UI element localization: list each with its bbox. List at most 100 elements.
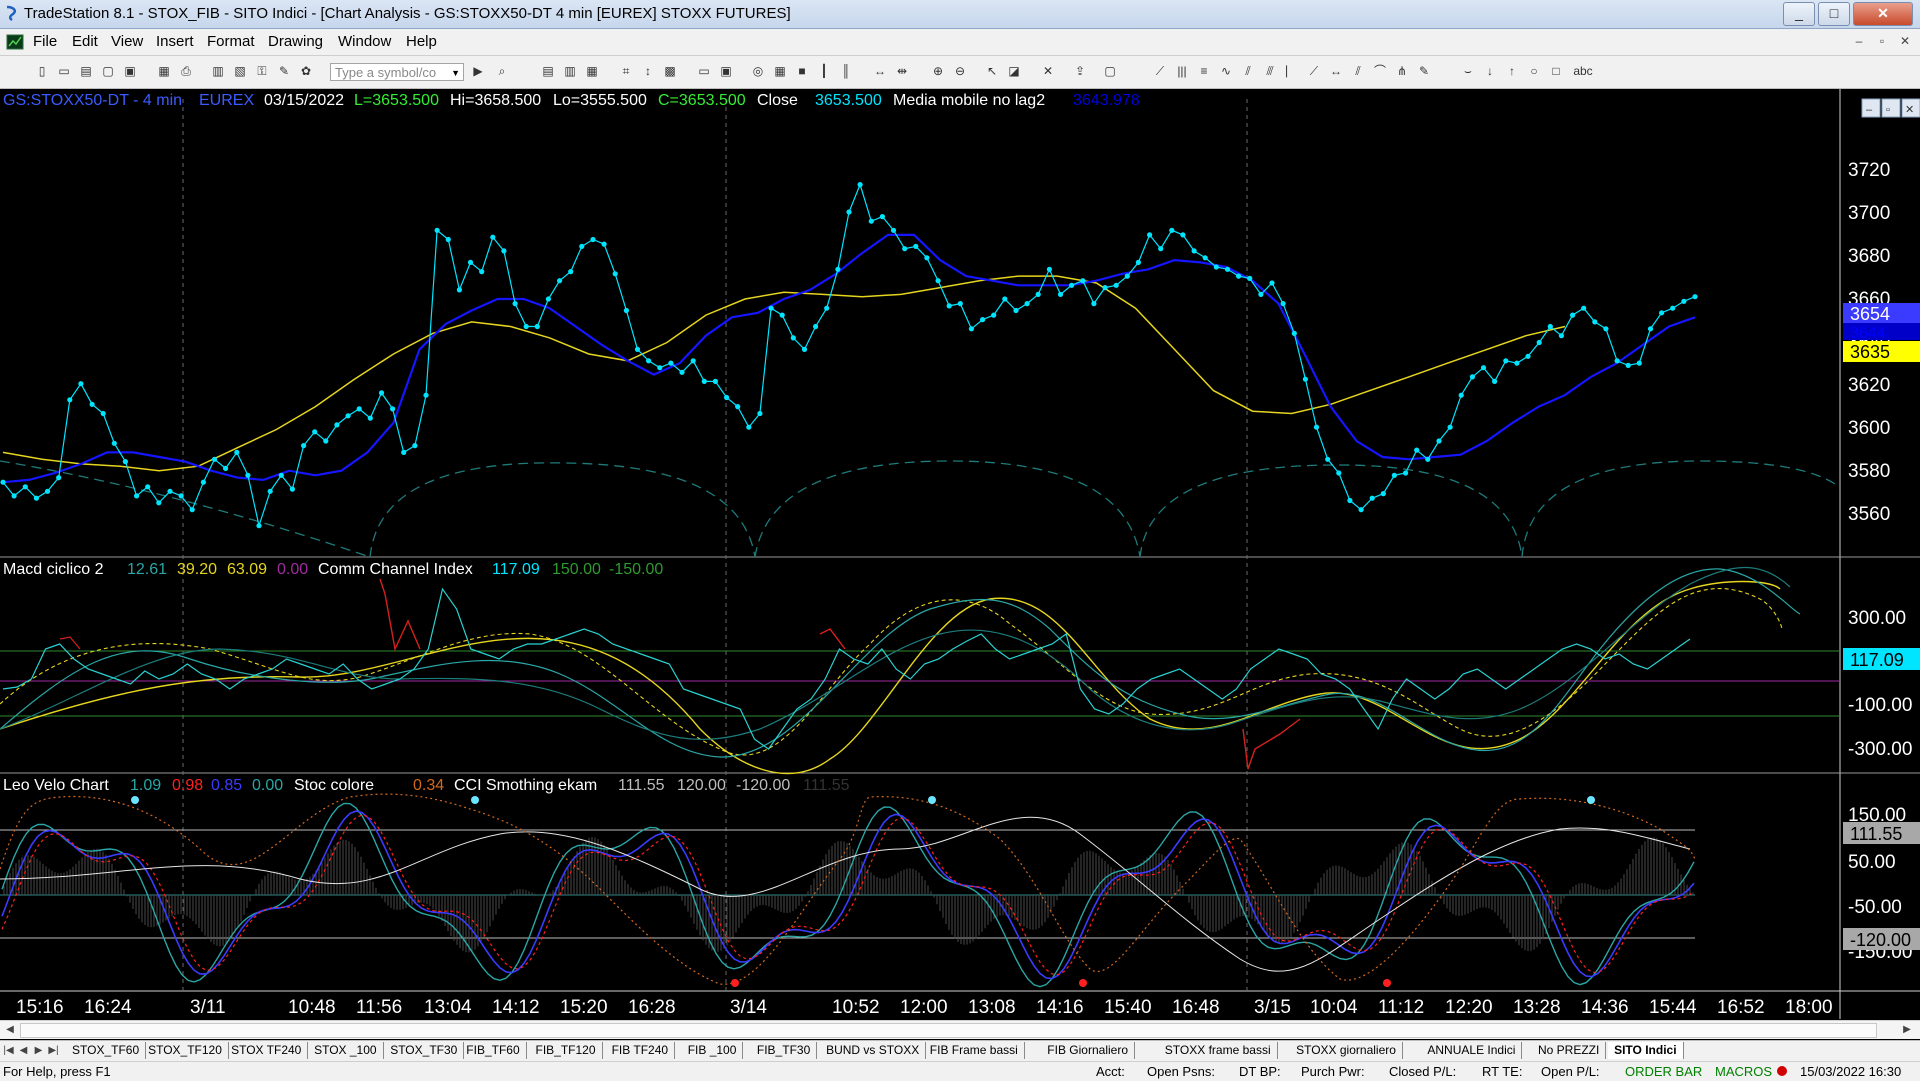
menu-insert[interactable]: Insert	[156, 33, 194, 50]
go-arrow-icon[interactable]: ▶	[470, 63, 486, 79]
data-window-icon[interactable]: ⌗	[618, 63, 634, 79]
line-chart-icon[interactable]: ▥	[562, 63, 578, 79]
compress-icon[interactable]: ⇹	[894, 63, 910, 79]
save-icon[interactable]: ▦	[156, 63, 172, 79]
radar-icon[interactable]: ◎	[750, 63, 766, 79]
zoom-in-icon[interactable]: ⊕	[930, 63, 946, 79]
symbol-input[interactable]: Type a symbol/co ▼	[330, 63, 464, 81]
drag-icon[interactable]: ↔	[872, 63, 888, 79]
tools-icon[interactable]: ✕	[1040, 63, 1056, 79]
fib-icon[interactable]: ⫽	[1240, 63, 1256, 79]
parallel-icon[interactable]: ⫽	[1350, 63, 1366, 79]
close-button[interactable]: ✕	[1853, 2, 1913, 26]
workspace-tab[interactable]: STOXX frame bassi	[1159, 1042, 1278, 1059]
status-macros[interactable]: MACROS	[1715, 1062, 1772, 1081]
workspace-tab[interactable]: ANNUALE Indici	[1421, 1042, 1523, 1059]
strategy-icon[interactable]: ✎	[276, 63, 292, 79]
mdi-close-button[interactable]: ✕	[1896, 33, 1914, 51]
workspace-tab[interactable]: STOX_TF120	[142, 1042, 229, 1059]
data-tips-icon[interactable]: ◪	[1006, 63, 1022, 79]
workspace-tab[interactable]: STOX_TF60	[66, 1042, 147, 1059]
menu-drawing[interactable]: Drawing	[268, 33, 323, 50]
window-tile-icon[interactable]: ▥	[210, 63, 226, 79]
workspace-tab[interactable]: FIB_TF30	[751, 1042, 818, 1059]
export-icon[interactable]: ⇪	[1072, 63, 1088, 79]
workspace-tab[interactable]: FIB _100	[682, 1042, 744, 1059]
menu-view[interactable]: View	[111, 33, 143, 50]
tab-prev-icon[interactable]: ◀	[17, 1043, 30, 1058]
vertical-lines-icon[interactable]: |||	[1174, 63, 1190, 79]
candles-icon[interactable]: ║	[838, 63, 854, 79]
dropdown-arrow-icon[interactable]: ▼	[451, 64, 460, 82]
status-order-bar[interactable]: ORDER BAR	[1625, 1062, 1702, 1081]
color-palette-icon[interactable]: ✿	[298, 63, 314, 79]
pencil-icon[interactable]: ✎	[1416, 63, 1432, 79]
indicator-icon[interactable]: ↕	[640, 63, 656, 79]
print-icon[interactable]: ⎙	[178, 63, 194, 79]
tab-last-icon[interactable]: ▶|	[47, 1043, 60, 1058]
alerts-icon[interactable]: ▢	[1102, 63, 1118, 79]
chart-canvas[interactable]: GS:STOXX50-DT - 4 min EUREX 03/15/2022 L…	[0, 89, 1920, 1019]
zoom-out-icon[interactable]: ⊖	[952, 63, 968, 79]
curve-icon[interactable]: ⌣	[1460, 63, 1476, 79]
chart-window-icon[interactable]	[6, 33, 24, 51]
text-tool-icon[interactable]: abc	[1572, 63, 1594, 79]
workspace-tab[interactable]: STOXX giornaliero	[1290, 1042, 1403, 1059]
wave-icon[interactable]: ∿	[1218, 63, 1234, 79]
menu-file[interactable]: File	[33, 33, 57, 50]
chart-analysis-window[interactable]: GS:STOXX50-DT - 4 min EUREX 03/15/2022 L…	[0, 89, 1920, 1019]
workspace-tab[interactable]: FIB Giornaliero	[1041, 1042, 1135, 1059]
rectangle-icon[interactable]: □	[1548, 63, 1564, 79]
chart-style-icon[interactable]: ▩	[662, 63, 678, 79]
workspace-tab[interactable]: STOX TF240	[225, 1042, 309, 1059]
pointer-icon[interactable]: ↖	[984, 63, 1000, 79]
workspace-tab[interactable]: STOX _100	[308, 1042, 384, 1059]
menu-format[interactable]: Format	[207, 33, 255, 50]
workspace-tab[interactable]: BUND vs STOXX	[820, 1042, 927, 1059]
open-workspace-icon[interactable]: ▣	[122, 63, 138, 79]
bars-icon[interactable]: ┃	[816, 63, 832, 79]
window-cascade-icon[interactable]: ▧	[232, 63, 248, 79]
open-icon[interactable]: ▭	[56, 63, 72, 79]
chart-analysis-icon[interactable]: ■	[794, 63, 810, 79]
symbol-lookup-icon[interactable]: ⌕	[494, 63, 510, 79]
workspace-tab[interactable]: FIB Frame bassi	[924, 1042, 1025, 1059]
menu-window[interactable]: Window	[338, 33, 391, 50]
format-icon[interactable]: ▭	[696, 63, 712, 79]
scroll-right-icon[interactable]: ▶	[1900, 1023, 1914, 1037]
pitchfork-icon[interactable]: ⋔	[1394, 63, 1410, 79]
tab-next-icon[interactable]: ▶	[32, 1043, 45, 1058]
horizontal-lines-icon[interactable]: ≡	[1196, 63, 1212, 79]
menu-edit[interactable]: Edit	[72, 33, 98, 50]
chart-horizontal-scrollbar[interactable]: ◀ ▶	[0, 1020, 1920, 1039]
new-icon[interactable]: ▯	[34, 63, 50, 79]
workspace-tab[interactable]: FIB_TF120	[530, 1042, 603, 1059]
workspace-tab[interactable]: SITO Indici	[1608, 1042, 1684, 1059]
table-icon[interactable]: ▦	[584, 63, 600, 79]
ray-icon[interactable]: ⟋	[1306, 63, 1322, 79]
workspace-tab[interactable]: No PREZZI	[1532, 1042, 1607, 1059]
minimize-button[interactable]: _	[1783, 2, 1815, 26]
workspace-tab[interactable]: FIB_TF60	[460, 1042, 527, 1059]
tab-first-icon[interactable]: |◀	[2, 1043, 15, 1058]
bar-chart-icon[interactable]: ▤	[540, 63, 556, 79]
mdi-restore-button[interactable]: ▫	[1873, 33, 1891, 51]
save-all-icon[interactable]: ▤	[78, 63, 94, 79]
mdi-minimize-button[interactable]: –	[1850, 33, 1868, 51]
workspace-tab[interactable]: FIB TF240	[606, 1042, 676, 1059]
vertical-line-icon[interactable]: ⎸	[1284, 63, 1300, 79]
matrix-icon[interactable]: ▦	[772, 63, 788, 79]
horizontal-arrow-icon[interactable]: ↔	[1328, 63, 1344, 79]
scroll-thumb[interactable]	[20, 1023, 1877, 1038]
properties-icon[interactable]: ▣	[718, 63, 734, 79]
new-workspace-icon[interactable]: ▢	[100, 63, 116, 79]
ellipse-icon[interactable]: ○	[1526, 63, 1542, 79]
trendline-icon[interactable]: ⟋	[1152, 63, 1168, 79]
menu-help[interactable]: Help	[406, 33, 437, 50]
lock-icon[interactable]: ⚿	[254, 63, 270, 79]
arc-icon[interactable]: ⌒	[1372, 63, 1388, 79]
scroll-left-icon[interactable]: ◀	[3, 1023, 17, 1037]
workspace-tab[interactable]: STOX_TF30	[384, 1042, 465, 1059]
arrow-up-icon[interactable]: ↑	[1504, 63, 1520, 79]
arrow-down-icon[interactable]: ↓	[1482, 63, 1498, 79]
